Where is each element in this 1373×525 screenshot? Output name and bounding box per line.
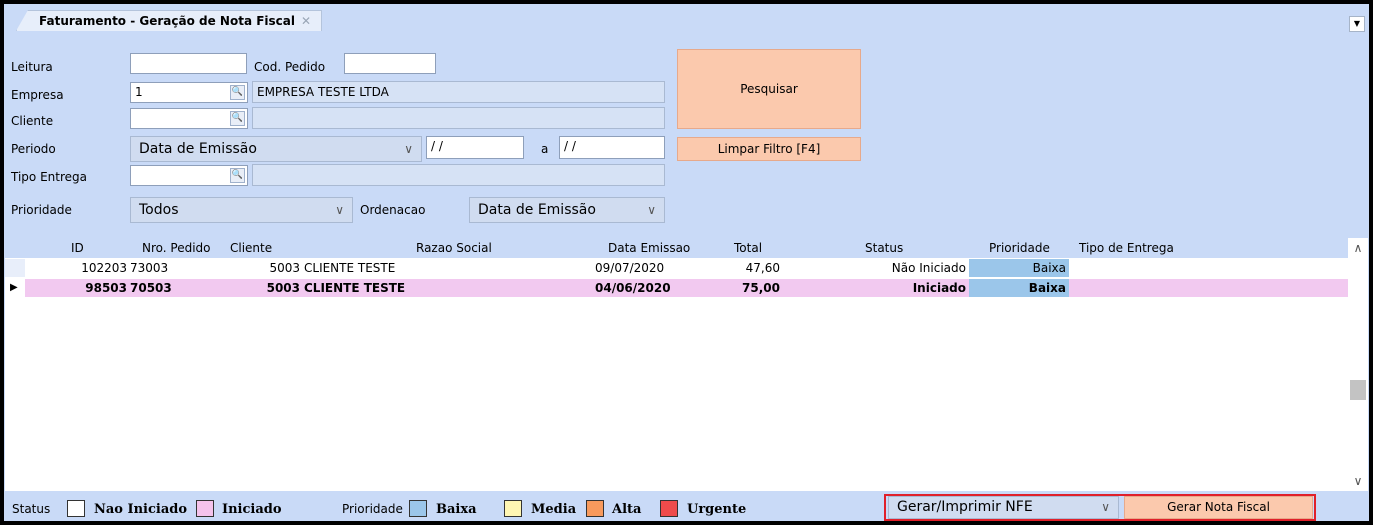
cell-id: 102203 (81, 261, 127, 275)
iniciado-swatch (196, 500, 214, 517)
cell-prioridade: Baixa (969, 279, 1069, 297)
cell-tipo-entrega (1073, 279, 1188, 297)
legend-iniciado: Iniciado (222, 502, 282, 517)
table-row-selected[interactable]: ▶ 98503 70503 5003 CLIENTE TESTE 04/06/2… (5, 279, 1348, 297)
col-razao-social[interactable]: Razao Social (416, 241, 492, 255)
col-prioridade[interactable]: Prioridade (989, 241, 1050, 255)
cell-cliente: 5003 (266, 281, 300, 295)
col-cliente[interactable]: Cliente (230, 241, 272, 255)
date-from-input[interactable]: / / (426, 136, 524, 159)
empresa-label: Empresa (11, 88, 64, 102)
scroll-down-icon[interactable]: ∨ (1348, 474, 1368, 488)
cell-razao-social: CLIENTE TESTE (304, 261, 396, 275)
urgente-swatch (660, 500, 678, 517)
limpar-filtro-button[interactable]: Limpar Filtro [F4] (677, 137, 861, 161)
cell-nro-pedido: 70503 (130, 281, 172, 295)
chevron-down-icon: ∨ (335, 203, 344, 217)
leitura-label: Leitura (11, 60, 53, 74)
baixa-swatch (409, 500, 427, 517)
tab-faturamento[interactable]: Faturamento - Geração de Nota Fiscal ✕ (16, 10, 323, 31)
tipo-entrega-search-icon[interactable]: 🔍 (230, 168, 245, 183)
empresa-name-field: EMPRESA TESTE LTDA (252, 81, 665, 103)
legend-media: Media (531, 502, 577, 517)
periodo-selected: Data de Emissão (139, 141, 257, 157)
legend-bar: Status Nao Iniciado Iniciado Prioridade … (4, 493, 1369, 521)
prioridade-selected: Todos (139, 202, 179, 218)
cell-total: 75,00 (742, 281, 780, 295)
ordenacao-select[interactable]: Data de Emissão ∨ (469, 197, 665, 223)
legend-nao-iniciado: Nao Iniciado (94, 502, 188, 517)
legend-urgente: Urgente (687, 502, 747, 517)
periodo-label: Periodo (11, 142, 56, 156)
cod-pedido-label: Cod. Pedido (254, 60, 326, 74)
ordenacao-label: Ordenacao (360, 203, 426, 217)
cell-tipo-entrega (1073, 259, 1188, 277)
cell-prioridade: Baixa (969, 259, 1069, 277)
ordenacao-selected: Data de Emissão (478, 202, 596, 218)
cell-data-emissao: 04/06/2020 (595, 281, 671, 295)
grid-scrollbar[interactable]: ∧ ∨ (1348, 238, 1368, 491)
col-total[interactable]: Total (734, 241, 762, 255)
col-id[interactable]: ID (71, 241, 84, 255)
orders-grid: ID Nro. Pedido Cliente Razao Social Data… (5, 238, 1368, 491)
row-indicator (5, 259, 25, 277)
date-separator: a (541, 142, 549, 156)
tab-bar: Faturamento - Geração de Nota Fiscal ✕ ▼ (4, 4, 1369, 32)
prioridade-label: Prioridade (11, 203, 72, 217)
cliente-name-field (252, 107, 665, 129)
tab-close-icon[interactable]: ✕ (301, 14, 311, 28)
window-menu-icon[interactable]: ▼ (1349, 16, 1365, 32)
periodo-select[interactable]: Data de Emissão ∨ (130, 136, 422, 162)
legend-baixa: Baixa (436, 502, 477, 517)
nao-iniciado-swatch (67, 500, 85, 517)
col-status[interactable]: Status (865, 241, 903, 255)
cell-status: Não Iniciado (891, 261, 966, 275)
cod-pedido-input[interactable] (344, 53, 436, 74)
cell-razao-social: CLIENTE TESTE (304, 281, 406, 295)
chevron-down-icon: ∨ (647, 203, 656, 217)
legend-prioridade-label: Prioridade (342, 502, 403, 516)
table-row[interactable]: 102203 73003 5003 CLIENTE TESTE 09/07/20… (5, 259, 1348, 277)
empresa-search-icon[interactable]: 🔍 (230, 85, 245, 100)
tab-title: Faturamento - Geração de Nota Fiscal (39, 14, 296, 28)
leitura-input[interactable] (130, 53, 247, 74)
col-nro-pedido[interactable]: Nro. Pedido (142, 241, 211, 255)
tipo-entrega-label: Tipo Entrega (11, 170, 87, 184)
cell-total: 47,60 (745, 261, 780, 275)
cliente-code-input[interactable]: 🔍 (130, 108, 248, 129)
cliente-label: Cliente (11, 114, 54, 128)
media-swatch (504, 500, 522, 517)
highlight-box (884, 494, 1316, 521)
col-tipo-entrega[interactable]: Tipo de Entrega (1079, 241, 1174, 255)
row-selected-icon: ▶ (5, 279, 25, 297)
tipo-entrega-name-field (252, 164, 665, 186)
col-data-emissao[interactable]: Data Emissao (608, 241, 690, 255)
scroll-thumb[interactable] (1350, 380, 1366, 400)
cell-nro-pedido: 73003 (130, 261, 169, 275)
grid-header: ID Nro. Pedido Cliente Razao Social Data… (5, 238, 1348, 258)
date-to-input[interactable]: / / (559, 136, 665, 159)
scroll-up-icon[interactable]: ∧ (1348, 241, 1368, 255)
cliente-search-icon[interactable]: 🔍 (230, 111, 245, 126)
cell-data-emissao: 09/07/2020 (595, 261, 665, 275)
pesquisar-button[interactable]: Pesquisar (677, 49, 861, 129)
prioridade-select[interactable]: Todos ∨ (130, 197, 353, 223)
legend-alta: Alta (612, 502, 642, 517)
alta-swatch (586, 500, 604, 517)
empresa-code-input[interactable]: 1 🔍 (130, 82, 248, 103)
cell-status: Iniciado (912, 281, 966, 295)
cell-cliente: 5003 (269, 261, 300, 275)
billing-window: Faturamento - Geração de Nota Fiscal ✕ ▼ … (4, 4, 1369, 521)
chevron-down-icon: ∨ (404, 142, 413, 156)
tipo-entrega-code-input[interactable]: 🔍 (130, 165, 248, 186)
cell-id: 98503 (85, 281, 127, 295)
empresa-code-value: 1 (135, 85, 143, 99)
legend-status-label: Status (12, 502, 51, 516)
